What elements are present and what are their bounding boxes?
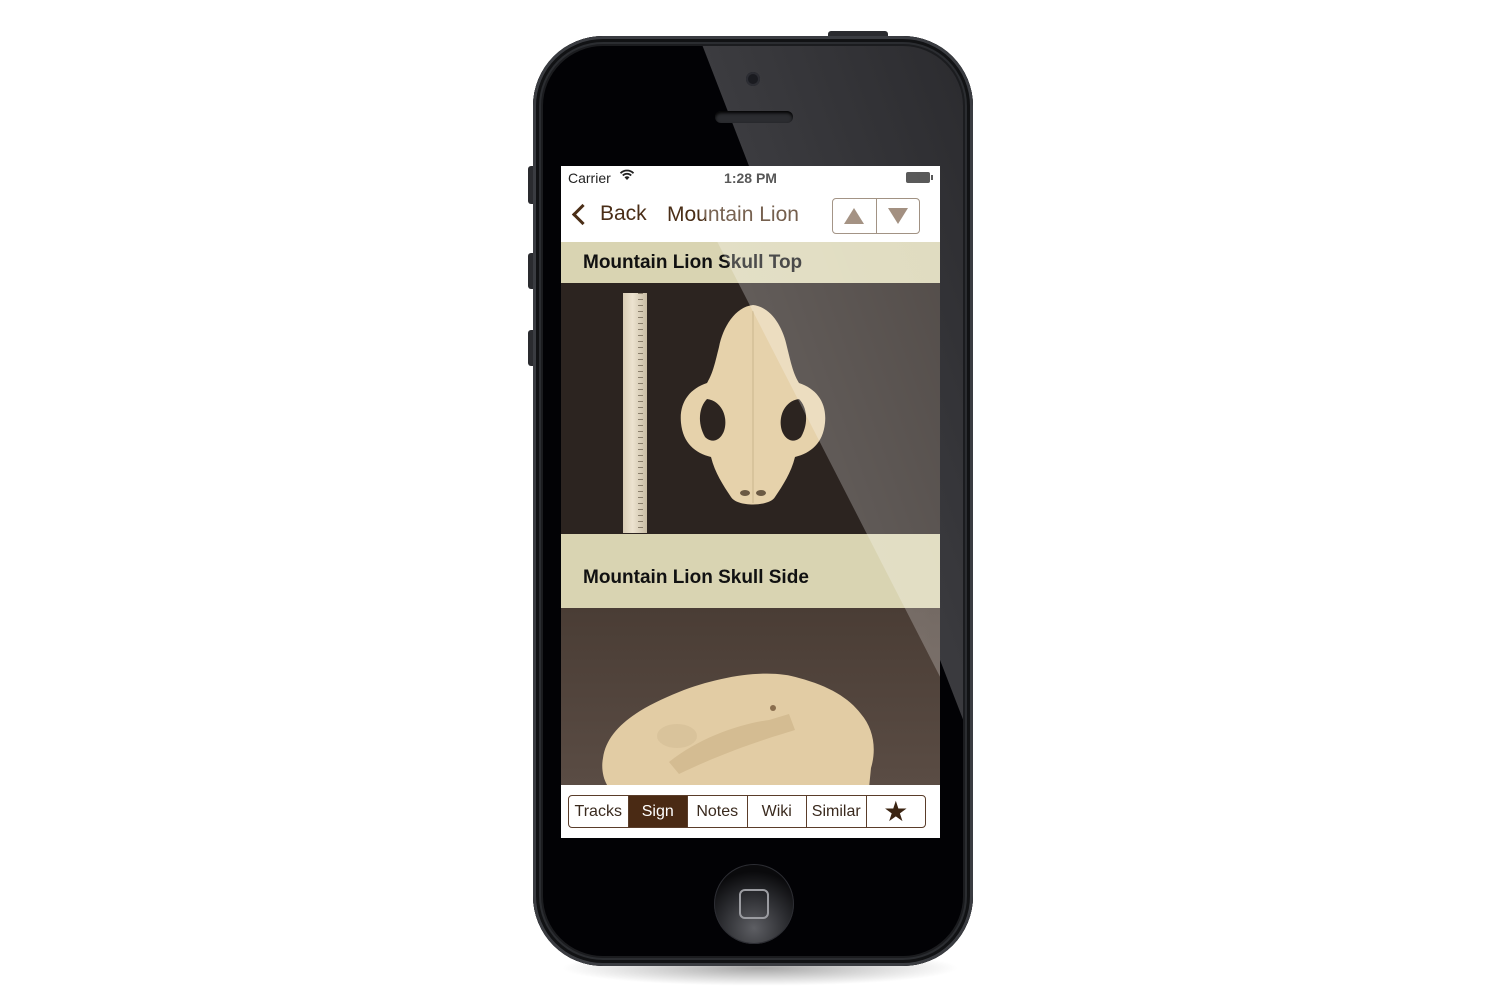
triangle-down-icon	[887, 208, 908, 224]
page-title: Mountain Lion	[667, 203, 799, 226]
previous-button[interactable]	[833, 199, 876, 233]
home-square-icon	[739, 889, 769, 919]
skull-top-photo[interactable]	[561, 283, 940, 534]
battery-icon	[906, 172, 933, 183]
tab-sign[interactable]: Sign	[627, 796, 687, 827]
chevron-left-icon	[571, 203, 594, 225]
app-screen: Carrier 1:28 PM Back Mountain Lion Mount…	[561, 166, 940, 838]
tab-tracks[interactable]: Tracks	[569, 796, 628, 827]
bottom-tab-bar: Tracks Sign Notes Wiki Similar ★	[561, 785, 940, 838]
skull-side-photo[interactable]	[561, 608, 940, 785]
tab-similar[interactable]: Similar	[806, 796, 866, 827]
sign-content-list[interactable]: Mountain Lion Skull Top Mountain Lion Sk…	[561, 242, 940, 785]
ruler-image	[623, 293, 647, 533]
prev-next-control	[832, 198, 920, 234]
tab-favorite[interactable]: ★	[865, 795, 926, 827]
section-header: Mountain Lion Skull Top	[561, 242, 940, 283]
back-label: Back	[600, 202, 647, 225]
back-button[interactable]: Back	[571, 202, 647, 226]
home-button[interactable]	[714, 864, 794, 944]
skull-side-image	[602, 673, 874, 785]
earpiece-speaker	[715, 111, 793, 123]
skull-top-image	[680, 305, 826, 505]
status-bar: Carrier 1:28 PM	[561, 166, 940, 190]
triangle-up-icon	[844, 208, 865, 224]
tab-notes[interactable]: Notes	[687, 796, 747, 827]
navigation-bar: Back Mountain Lion	[561, 190, 940, 242]
next-button[interactable]	[875, 199, 920, 233]
front-camera	[746, 72, 760, 86]
tab-wiki[interactable]: Wiki	[746, 796, 807, 827]
section-header: Mountain Lion Skull Side	[561, 534, 940, 608]
star-icon: ★	[883, 795, 909, 827]
segmented-control: Tracks Sign Notes Wiki Similar ★	[568, 795, 926, 828]
status-time: 1:28 PM	[724, 170, 777, 186]
